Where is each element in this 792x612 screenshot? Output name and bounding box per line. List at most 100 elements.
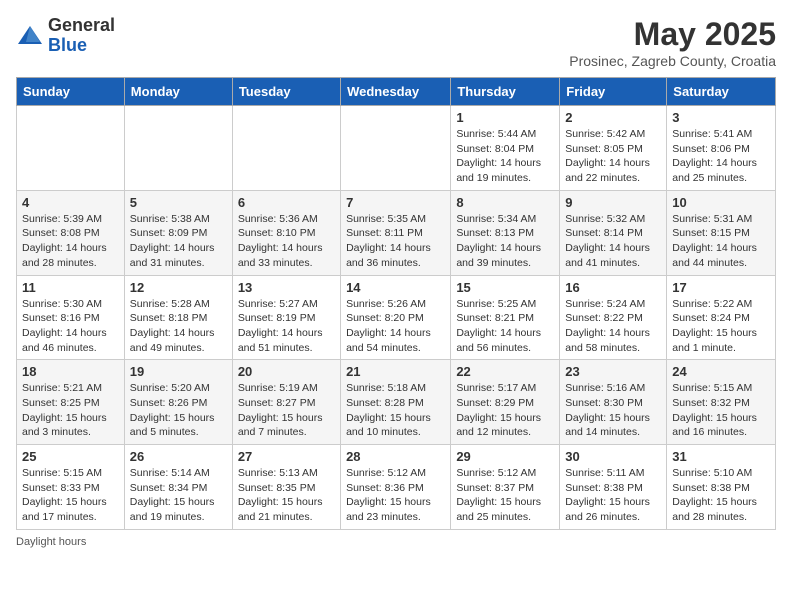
day-number: 13 bbox=[238, 280, 335, 295]
day-info: Sunrise: 5:27 AM Sunset: 8:19 PM Dayligh… bbox=[238, 297, 335, 356]
calendar-cell: 25 Sunrise: 5:15 AM Sunset: 8:33 PM Dayli… bbox=[17, 445, 125, 530]
day-number: 31 bbox=[672, 449, 770, 464]
day-number: 4 bbox=[22, 195, 119, 210]
calendar-cell bbox=[124, 106, 232, 191]
day-number: 5 bbox=[130, 195, 227, 210]
calendar-cell: 6 Sunrise: 5:36 AM Sunset: 8:10 PM Daylig… bbox=[232, 190, 340, 275]
calendar-cell: 8Sunrise: 5:34 AM Sunset: 8:13 PM Daylig… bbox=[451, 190, 560, 275]
day-header-wednesday: Wednesday bbox=[341, 78, 451, 106]
calendar-cell: 9 Sunrise: 5:32 AM Sunset: 8:14 PM Daylig… bbox=[560, 190, 667, 275]
day-info: Sunrise: 5:15 AM Sunset: 8:32 PM Dayligh… bbox=[672, 381, 770, 440]
day-number: 21 bbox=[346, 364, 445, 379]
day-number: 24 bbox=[672, 364, 770, 379]
day-info: Sunrise: 5:41 AM Sunset: 8:06 PM Dayligh… bbox=[672, 127, 770, 186]
month-year: May 2025 bbox=[569, 16, 776, 53]
day-number: 25 bbox=[22, 449, 119, 464]
calendar-cell: 5 Sunrise: 5:38 AM Sunset: 8:09 PM Daylig… bbox=[124, 190, 232, 275]
calendar-cell: 18Sunrise: 5:21 AM Sunset: 8:25 PM Dayli… bbox=[17, 360, 125, 445]
logo-general: General bbox=[48, 16, 115, 36]
calendar-cell: 11 Sunrise: 5:30 AM Sunset: 8:16 PM Dayli… bbox=[17, 275, 125, 360]
calendar-week-row: 25 Sunrise: 5:15 AM Sunset: 8:33 PM Dayli… bbox=[17, 445, 776, 530]
day-header-friday: Friday bbox=[560, 78, 667, 106]
day-info: Sunrise: 5:30 AM Sunset: 8:16 PM Dayligh… bbox=[22, 297, 119, 356]
calendar-cell: 22Sunrise: 5:17 AM Sunset: 8:29 PM Dayli… bbox=[451, 360, 560, 445]
calendar-cell: 30 Sunrise: 5:11 AM Sunset: 8:38 PM Dayli… bbox=[560, 445, 667, 530]
day-info: Sunrise: 5:19 AM Sunset: 8:27 PM Dayligh… bbox=[238, 381, 335, 440]
calendar-cell: 23 Sunrise: 5:16 AM Sunset: 8:30 PM Dayli… bbox=[560, 360, 667, 445]
calendar-cell: 27Sunrise: 5:13 AM Sunset: 8:35 PM Dayli… bbox=[232, 445, 340, 530]
day-info: Sunrise: 5:32 AM Sunset: 8:14 PM Dayligh… bbox=[565, 212, 661, 271]
day-info: Sunrise: 5:14 AM Sunset: 8:34 PM Dayligh… bbox=[130, 466, 227, 525]
calendar-cell: 10Sunrise: 5:31 AM Sunset: 8:15 PM Dayli… bbox=[667, 190, 776, 275]
calendar-cell: 19Sunrise: 5:20 AM Sunset: 8:26 PM Dayli… bbox=[124, 360, 232, 445]
day-info: Sunrise: 5:24 AM Sunset: 8:22 PM Dayligh… bbox=[565, 297, 661, 356]
calendar-cell: 3 Sunrise: 5:41 AM Sunset: 8:06 PM Daylig… bbox=[667, 106, 776, 191]
calendar-cell: 15 Sunrise: 5:25 AM Sunset: 8:21 PM Dayli… bbox=[451, 275, 560, 360]
day-info: Sunrise: 5:18 AM Sunset: 8:28 PM Dayligh… bbox=[346, 381, 445, 440]
calendar-week-row: 18Sunrise: 5:21 AM Sunset: 8:25 PM Dayli… bbox=[17, 360, 776, 445]
day-info: Sunrise: 5:36 AM Sunset: 8:10 PM Dayligh… bbox=[238, 212, 335, 271]
calendar-header-row: SundayMondayTuesdayWednesdayThursdayFrid… bbox=[17, 78, 776, 106]
day-info: Sunrise: 5:42 AM Sunset: 8:05 PM Dayligh… bbox=[565, 127, 661, 186]
day-info: Sunrise: 5:38 AM Sunset: 8:09 PM Dayligh… bbox=[130, 212, 227, 271]
day-header-tuesday: Tuesday bbox=[232, 78, 340, 106]
calendar-cell: 7Sunrise: 5:35 AM Sunset: 8:11 PM Daylig… bbox=[341, 190, 451, 275]
day-number: 23 bbox=[565, 364, 661, 379]
day-info: Sunrise: 5:22 AM Sunset: 8:24 PM Dayligh… bbox=[672, 297, 770, 356]
day-number: 27 bbox=[238, 449, 335, 464]
calendar-cell: 29Sunrise: 5:12 AM Sunset: 8:37 PM Dayli… bbox=[451, 445, 560, 530]
day-info: Sunrise: 5:15 AM Sunset: 8:33 PM Dayligh… bbox=[22, 466, 119, 525]
day-number: 15 bbox=[456, 280, 554, 295]
calendar-cell: 2 Sunrise: 5:42 AM Sunset: 8:05 PM Daylig… bbox=[560, 106, 667, 191]
day-info: Sunrise: 5:17 AM Sunset: 8:29 PM Dayligh… bbox=[456, 381, 554, 440]
day-number: 12 bbox=[130, 280, 227, 295]
day-number: 6 bbox=[238, 195, 335, 210]
calendar-cell: 4 Sunrise: 5:39 AM Sunset: 8:08 PM Daylig… bbox=[17, 190, 125, 275]
day-number: 10 bbox=[672, 195, 770, 210]
calendar-cell: 13 Sunrise: 5:27 AM Sunset: 8:19 PM Dayli… bbox=[232, 275, 340, 360]
day-info: Sunrise: 5:25 AM Sunset: 8:21 PM Dayligh… bbox=[456, 297, 554, 356]
day-number: 30 bbox=[565, 449, 661, 464]
day-number: 26 bbox=[130, 449, 227, 464]
calendar-cell bbox=[17, 106, 125, 191]
calendar-cell: 20 Sunrise: 5:19 AM Sunset: 8:27 PM Dayli… bbox=[232, 360, 340, 445]
calendar-cell: 14 Sunrise: 5:26 AM Sunset: 8:20 PM Dayli… bbox=[341, 275, 451, 360]
logo-icon bbox=[16, 22, 44, 50]
day-number: 20 bbox=[238, 364, 335, 379]
title-block: May 2025 Prosinec, Zagreb County, Croati… bbox=[569, 16, 776, 69]
day-number: 16 bbox=[565, 280, 661, 295]
calendar-cell: 17Sunrise: 5:22 AM Sunset: 8:24 PM Dayli… bbox=[667, 275, 776, 360]
location: Prosinec, Zagreb County, Croatia bbox=[569, 53, 776, 69]
calendar-table: SundayMondayTuesdayWednesdayThursdayFrid… bbox=[16, 77, 776, 530]
day-header-saturday: Saturday bbox=[667, 78, 776, 106]
calendar-cell: 26 Sunrise: 5:14 AM Sunset: 8:34 PM Dayli… bbox=[124, 445, 232, 530]
day-number: 11 bbox=[22, 280, 119, 295]
day-number: 2 bbox=[565, 110, 661, 125]
day-info: Sunrise: 5:11 AM Sunset: 8:38 PM Dayligh… bbox=[565, 466, 661, 525]
footer: Daylight hours bbox=[16, 536, 776, 548]
calendar-cell: 31 Sunrise: 5:10 AM Sunset: 8:38 PM Dayli… bbox=[667, 445, 776, 530]
day-number: 1 bbox=[456, 110, 554, 125]
day-number: 28 bbox=[346, 449, 445, 464]
calendar-cell: 16 Sunrise: 5:24 AM Sunset: 8:22 PM Dayli… bbox=[560, 275, 667, 360]
day-info: Sunrise: 5:39 AM Sunset: 8:08 PM Dayligh… bbox=[22, 212, 119, 271]
calendar-cell: 21 Sunrise: 5:18 AM Sunset: 8:28 PM Dayli… bbox=[341, 360, 451, 445]
day-number: 9 bbox=[565, 195, 661, 210]
calendar-cell: 12 Sunrise: 5:28 AM Sunset: 8:18 PM Dayli… bbox=[124, 275, 232, 360]
day-info: Sunrise: 5:16 AM Sunset: 8:30 PM Dayligh… bbox=[565, 381, 661, 440]
day-info: Sunrise: 5:12 AM Sunset: 8:36 PM Dayligh… bbox=[346, 466, 445, 525]
day-info: Sunrise: 5:35 AM Sunset: 8:11 PM Dayligh… bbox=[346, 212, 445, 271]
day-header-sunday: Sunday bbox=[17, 78, 125, 106]
day-number: 14 bbox=[346, 280, 445, 295]
day-info: Sunrise: 5:10 AM Sunset: 8:38 PM Dayligh… bbox=[672, 466, 770, 525]
day-info: Sunrise: 5:34 AM Sunset: 8:13 PM Dayligh… bbox=[456, 212, 554, 271]
day-info: Sunrise: 5:12 AM Sunset: 8:37 PM Dayligh… bbox=[456, 466, 554, 525]
day-info: Sunrise: 5:28 AM Sunset: 8:18 PM Dayligh… bbox=[130, 297, 227, 356]
day-header-monday: Monday bbox=[124, 78, 232, 106]
day-header-thursday: Thursday bbox=[451, 78, 560, 106]
logo-text: General Blue bbox=[48, 16, 115, 56]
calendar-week-row: 4 Sunrise: 5:39 AM Sunset: 8:08 PM Daylig… bbox=[17, 190, 776, 275]
day-number: 3 bbox=[672, 110, 770, 125]
logo: General Blue bbox=[16, 16, 115, 56]
day-info: Sunrise: 5:26 AM Sunset: 8:20 PM Dayligh… bbox=[346, 297, 445, 356]
